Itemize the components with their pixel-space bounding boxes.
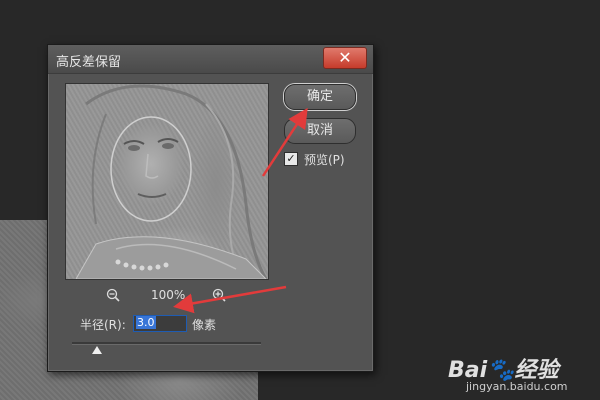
radius-input[interactable]: 3.0 — [133, 315, 187, 332]
radius-label: 半径(R): — [80, 318, 126, 332]
zoom-level: 100% — [151, 288, 186, 302]
preview-checkbox-label: 预览(P) — [304, 152, 345, 167]
watermark-url: jingyan.baidu.com — [466, 380, 568, 393]
preview-image[interactable] — [65, 83, 269, 280]
zoom-out-icon[interactable] — [106, 288, 120, 305]
preview-checkbox-row[interactable]: ✓ 预览(P) — [284, 151, 345, 167]
high-pass-dialog: 高反差保留 ✕ 确定 取消 ✓ 预览(P) 100% 半径(R): 3.0 像素 — [47, 44, 374, 372]
radius-slider-track[interactable] — [72, 342, 261, 345]
close-icon: ✕ — [338, 48, 352, 67]
preview-sketch — [75, 84, 268, 279]
zoom-in-icon[interactable] — [212, 288, 226, 305]
dialog-title: 高反差保留 — [56, 55, 122, 70]
dialog-titlebar[interactable]: 高反差保留 ✕ — [48, 45, 373, 74]
ok-button[interactable]: 确定 — [284, 84, 356, 110]
cancel-button[interactable]: 取消 — [284, 118, 356, 144]
radius-unit: 像素 — [192, 318, 217, 332]
baidu-watermark: Bai🐾经验 jingyan.baidu.com — [448, 350, 588, 396]
close-button[interactable]: ✕ — [323, 47, 367, 69]
zoom-controls: 100% — [106, 288, 236, 304]
radius-slider-thumb[interactable] — [91, 346, 102, 354]
preview-checkbox[interactable]: ✓ — [284, 152, 298, 166]
radius-value: 3.0 — [136, 316, 156, 329]
